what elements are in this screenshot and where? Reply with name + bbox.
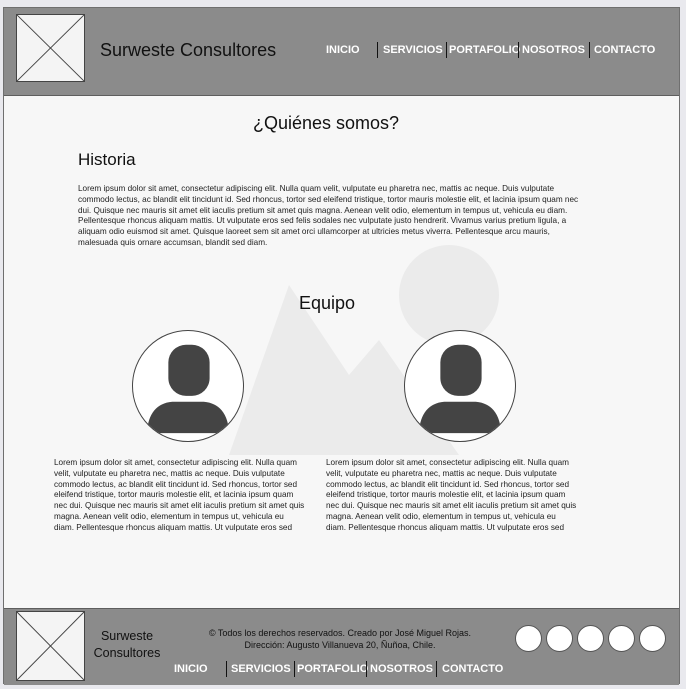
team-member-avatar-icon <box>132 330 244 442</box>
social-circle-icon[interactable] <box>577 625 604 652</box>
nav-separator <box>589 42 590 58</box>
history-text: Lorem ipsum dolor sit amet, consectetur … <box>78 184 579 247</box>
nav-separator <box>446 42 447 58</box>
team-member-avatar-icon <box>404 330 516 442</box>
team-heading: Equipo <box>299 293 356 313</box>
history-heading: Historia <box>78 150 136 169</box>
team-member-bio: Lorem ipsum dolor sit amet, consectetur … <box>326 458 577 532</box>
nav-portafolio[interactable]: PORTAFOLIO <box>449 44 520 56</box>
logo-placeholder-icon[interactable] <box>16 14 85 82</box>
brand-name[interactable]: Surweste Consultores <box>100 40 276 61</box>
footer-nav-separator <box>366 661 367 677</box>
footer-nav-portafolio[interactable]: PORTAFOLIO <box>297 663 368 675</box>
nav-inicio[interactable]: INICIO <box>326 44 360 56</box>
nav-separator <box>518 42 519 58</box>
footer-nav-servicios[interactable]: SERVICIOS <box>231 663 291 675</box>
footer-nav-inicio[interactable]: INICIO <box>174 663 208 675</box>
team-member-bio: Lorem ipsum dolor sit amet, consectetur … <box>54 458 305 532</box>
footer-nav-nosotros[interactable]: NOSOTROS <box>370 663 433 675</box>
footer-logo-placeholder-icon[interactable] <box>16 611 85 681</box>
nav-nosotros[interactable]: NOSOTROS <box>522 44 585 56</box>
footer-address: Dirección: Augusto Villanueva 20, Ñuñoa,… <box>244 640 436 650</box>
social-circle-icon[interactable] <box>639 625 666 652</box>
footer-nav-contacto[interactable]: CONTACTO <box>442 663 503 675</box>
footer-nav-separator <box>294 661 295 677</box>
footer-copyright: © Todos los derechos reservados. Creado … <box>208 628 472 638</box>
social-circle-icon[interactable] <box>515 625 542 652</box>
nav-separator <box>377 42 378 58</box>
social-circle-icon[interactable] <box>546 625 573 652</box>
footer-nav-separator <box>226 661 227 677</box>
page-title: ¿Quiénes somos? <box>252 113 400 133</box>
footer-nav-separator <box>436 661 437 677</box>
nav-servicios[interactable]: SERVICIOS <box>383 44 443 56</box>
nav-contacto[interactable]: CONTACTO <box>594 44 655 56</box>
social-circle-icon[interactable] <box>608 625 635 652</box>
footer-brand: Surweste Consultores <box>93 629 161 660</box>
